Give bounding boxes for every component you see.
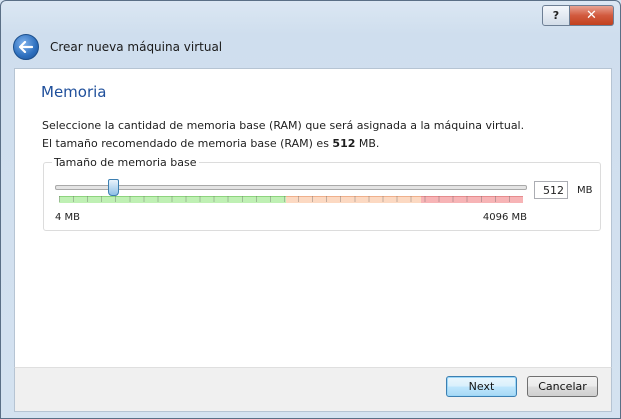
memory-size-input[interactable] (534, 181, 568, 199)
dialog-window: ? ✕ Crear nueva máquina virtual Memoria … (0, 0, 621, 419)
memory-groupbox: Tamaño de memoria base 4 MB 4096 MB MB (43, 156, 601, 231)
wizard-page: Memoria Seleccione la cantidad de memori… (14, 68, 612, 369)
recommended-suffix: MB. (355, 137, 380, 150)
memory-group-label: Tamaño de memoria base (52, 156, 199, 169)
memory-max-label: 4096 MB (482, 212, 527, 223)
cancel-button[interactable]: Cancelar (527, 376, 598, 397)
wizard-title: Crear nueva máquina virtual (50, 40, 223, 54)
page-description: Seleccione la cantidad de memoria base (… (42, 119, 525, 132)
recommended-value: 512 (332, 137, 356, 150)
back-arrow-icon[interactable] (13, 34, 39, 60)
recommended-memory-text: El tamaño recomendado de memoria base (R… (42, 137, 379, 150)
help-button[interactable]: ? (542, 5, 570, 26)
wizard-footer: Next Cancelar (14, 367, 612, 412)
memory-min-label: 4 MB (55, 212, 81, 223)
memory-slider-thumb[interactable] (108, 179, 120, 196)
titlebar-buttons: ? ✕ (542, 5, 614, 26)
memory-unit-label: MB (577, 185, 593, 196)
slider-ticks (59, 196, 523, 202)
recommended-prefix: El tamaño recomendado de memoria base (R… (42, 137, 333, 150)
page-title: Memoria (41, 83, 107, 101)
wizard-header: Crear nueva máquina virtual (10, 30, 612, 64)
memory-slider-track[interactable] (55, 185, 527, 190)
next-button[interactable]: Next (446, 376, 517, 397)
close-button[interactable]: ✕ (570, 5, 614, 26)
